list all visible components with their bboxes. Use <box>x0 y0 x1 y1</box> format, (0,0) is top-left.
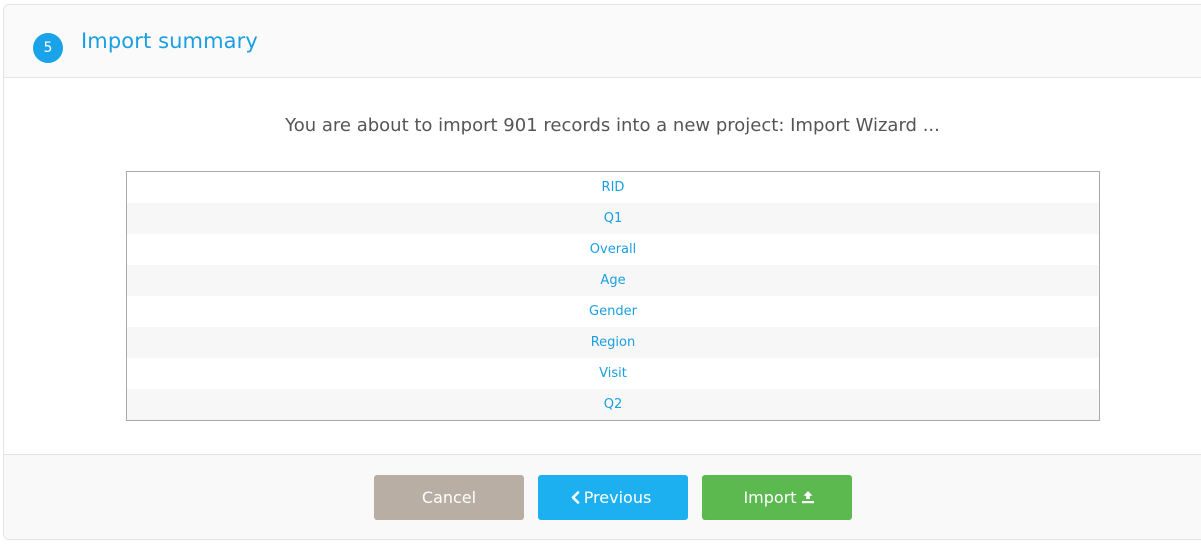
panel-title: Import summary <box>81 29 258 53</box>
cancel-button-label: Cancel <box>421 488 477 507</box>
import-summary-message: You are about to import 901 records into… <box>285 115 940 136</box>
field-row: Overall <box>589 242 637 257</box>
field-row: Q2 <box>127 389 1099 420</box>
field-list-table: RID Q1 Overall Age Gender Region Visit Q… <box>126 171 1100 421</box>
panel-header: 5 Import summary <box>4 5 1201 78</box>
field-row: Region <box>127 327 1099 358</box>
import-button-label: Import <box>743 488 797 507</box>
field-row: Q1 <box>127 203 1099 234</box>
import-summary-panel: 5 Import summary You are about to import… <box>3 4 1201 540</box>
cancel-button[interactable]: Cancel <box>374 475 524 520</box>
field-row: Visit <box>599 366 627 381</box>
chevron-left-icon <box>571 491 579 504</box>
import-button[interactable]: Import <box>702 475 852 520</box>
field-row: RID <box>601 180 625 195</box>
field-row: Age <box>127 265 1099 296</box>
previous-button[interactable]: Previous <box>538 475 688 520</box>
previous-button-label: Previous <box>583 488 652 507</box>
upload-icon <box>801 491 814 504</box>
field-row: Gender <box>589 304 637 319</box>
step-number-badge: 5 <box>33 33 63 63</box>
panel-footer: Cancel Previous Import <box>4 454 1201 539</box>
